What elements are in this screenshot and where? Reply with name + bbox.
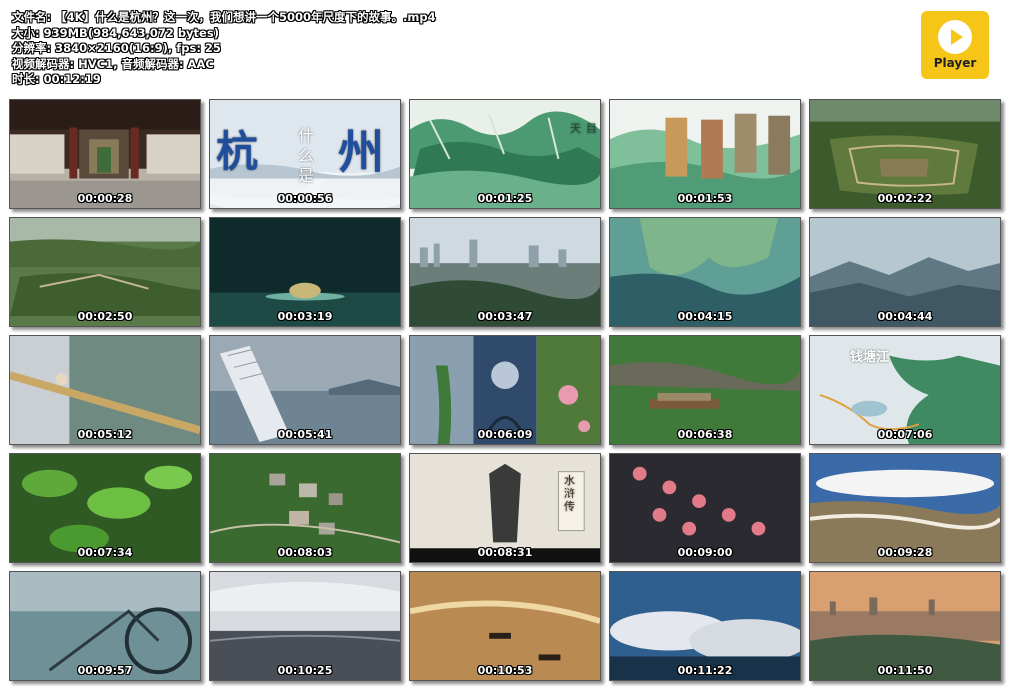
video-thumbnail[interactable]: 00:04:44 bbox=[809, 217, 1001, 327]
timestamp-label: 00:08:03 bbox=[277, 546, 333, 559]
timestamp-label: 00:07:06 bbox=[877, 428, 933, 441]
timestamp-label: 00:02:50 bbox=[77, 310, 133, 323]
video-thumbnail[interactable]: 00:03:47 bbox=[409, 217, 601, 327]
player-logo: Player bbox=[921, 11, 989, 79]
title-char: 杭 bbox=[216, 127, 259, 176]
title-char: 是 bbox=[298, 166, 315, 185]
video-thumbnail[interactable]: 天 目 00:01:25 bbox=[409, 99, 601, 209]
timestamp-label: 00:10:53 bbox=[477, 664, 533, 677]
video-thumbnail[interactable]: 00:08:03 bbox=[209, 453, 401, 563]
video-thumbnail[interactable]: 00:03:19 bbox=[209, 217, 401, 327]
play-icon bbox=[938, 20, 972, 54]
map-label: 目 bbox=[586, 122, 597, 135]
timestamp-label: 00:03:19 bbox=[277, 310, 333, 323]
video-thumbnail[interactable]: 00:11:22 bbox=[609, 571, 801, 681]
map-label: 钱塘江 bbox=[850, 350, 890, 365]
timestamp-label: 00:01:25 bbox=[477, 192, 533, 205]
player-logo-label: Player bbox=[933, 56, 977, 70]
video-thumbnail[interactable]: 00:07:34 bbox=[9, 453, 201, 563]
timestamp-label: 00:11:50 bbox=[877, 664, 933, 677]
video-thumbnail[interactable]: 钱塘江 00:07:06 bbox=[809, 335, 1001, 445]
video-thumbnail[interactable]: 00:01:53 bbox=[609, 99, 801, 209]
timestamp-label: 00:07:34 bbox=[77, 546, 133, 559]
video-thumbnail[interactable]: 00:09:00 bbox=[609, 453, 801, 563]
video-thumbnail[interactable]: 00:05:12 bbox=[9, 335, 201, 445]
video-thumbnail[interactable]: 00:06:09 bbox=[409, 335, 601, 445]
file-info-panel: 文件名: 【4K】什么是杭州？这一次，我们想讲一个5000年尺度下的故事。.mp… bbox=[12, 10, 436, 88]
thumbnail-grid: 00:00:28 杭 什 么 是 州 00:00:56 天 目 00:01:25 bbox=[9, 99, 1001, 681]
timestamp-label: 00:00:56 bbox=[277, 192, 333, 205]
timestamp-label: 00:02:22 bbox=[877, 192, 933, 205]
video-thumbnail[interactable]: 00:09:28 bbox=[809, 453, 1001, 563]
video-thumbnail[interactable]: 00:02:22 bbox=[809, 99, 1001, 209]
timestamp-label: 00:11:22 bbox=[677, 664, 733, 677]
map-label: 天 bbox=[570, 122, 581, 135]
timestamp-label: 00:03:47 bbox=[477, 310, 533, 323]
video-thumbnail[interactable]: 杭 什 么 是 州 00:00:56 bbox=[209, 99, 401, 209]
video-thumbnail[interactable]: 00:04:15 bbox=[609, 217, 801, 327]
codec-line: 视频解码器: HVC1, 音频解码器: AAC bbox=[12, 56, 214, 71]
timestamp-label: 00:06:09 bbox=[477, 428, 533, 441]
file-size-line: 大小: 939MB(984,643,072 bytes) bbox=[12, 25, 219, 40]
video-thumbnail[interactable]: 00:06:38 bbox=[609, 335, 801, 445]
video-thumbnail[interactable]: 00:10:25 bbox=[209, 571, 401, 681]
video-thumbnail[interactable]: 00:05:41 bbox=[209, 335, 401, 445]
resolution-line: 分辨率: 3840×2160(16:9), fps: 25 bbox=[12, 41, 221, 55]
timestamp-label: 00:09:28 bbox=[877, 546, 933, 559]
timestamp-label: 00:00:28 bbox=[77, 192, 133, 205]
file-name-line: 文件名: 【4K】什么是杭州？这一次，我们想讲一个5000年尺度下的故事。.mp… bbox=[12, 10, 436, 24]
video-thumbnail[interactable]: 00:11:50 bbox=[809, 571, 1001, 681]
timestamp-label: 00:06:38 bbox=[677, 428, 733, 441]
timestamp-label: 00:05:41 bbox=[277, 428, 333, 441]
timestamp-label: 00:09:57 bbox=[77, 664, 133, 677]
side-label: 水浒传 bbox=[564, 474, 575, 513]
video-thumbnail[interactable]: 00:09:57 bbox=[9, 571, 201, 681]
video-thumbnail[interactable]: 00:02:50 bbox=[9, 217, 201, 327]
video-thumbnail[interactable]: 00:00:28 bbox=[9, 99, 201, 209]
timestamp-label: 00:01:53 bbox=[677, 192, 733, 205]
duration-line: 时长: 00:12:19 bbox=[12, 72, 101, 86]
timestamp-label: 00:04:44 bbox=[877, 310, 933, 323]
timestamp-label: 00:08:31 bbox=[477, 546, 533, 559]
timestamp-label: 00:04:15 bbox=[677, 310, 733, 323]
timestamp-label: 00:10:25 bbox=[277, 664, 333, 677]
video-thumbnail[interactable]: 水浒传 00:08:31 bbox=[409, 453, 601, 563]
timestamp-label: 00:05:12 bbox=[77, 428, 133, 441]
title-char: 州 bbox=[338, 125, 384, 179]
timestamp-label: 00:09:00 bbox=[677, 546, 733, 559]
video-thumbnail[interactable]: 00:10:53 bbox=[409, 571, 601, 681]
